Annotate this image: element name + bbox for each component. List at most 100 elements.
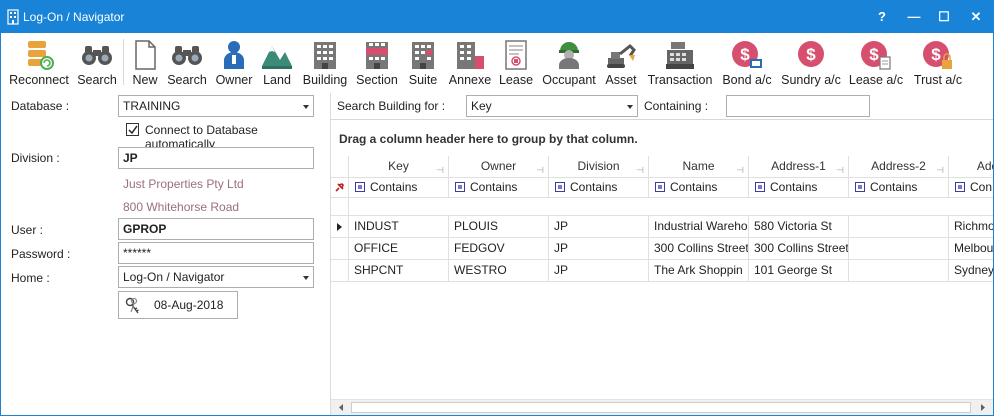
logon-navigator-window: Log-On / Navigator ? — ☐ ✕ Reconnect Sea… xyxy=(0,0,994,416)
occupant-icon xyxy=(559,42,579,69)
pin-icon[interactable]: ⊣ xyxy=(936,160,944,177)
horizontal-scrollbar[interactable] xyxy=(331,399,993,415)
sundry-account-button[interactable]: $ Sundry a/c xyxy=(779,35,843,89)
asset-button[interactable]: Asset xyxy=(601,35,641,89)
bond-account-button[interactable]: $ Bond a/c xyxy=(717,35,777,89)
land-button[interactable]: Land xyxy=(257,35,297,89)
pin-icon[interactable]: ⊣ xyxy=(836,160,844,177)
filter-cell-name[interactable]: Contains xyxy=(649,178,749,198)
containing-input[interactable] xyxy=(726,95,870,117)
table-cell-address3[interactable]: Richmo xyxy=(949,216,993,238)
minimize-button[interactable]: — xyxy=(899,1,929,33)
pin-icon[interactable]: ⊣ xyxy=(636,160,644,177)
close-button[interactable]: ✕ xyxy=(961,1,991,33)
filter-value-row[interactable] xyxy=(349,198,993,216)
toolbar-separator xyxy=(123,39,124,85)
division-field[interactable]: JP xyxy=(118,147,314,169)
date-display[interactable]: 08-Aug-2018 xyxy=(118,291,238,319)
row-indicator[interactable] xyxy=(331,260,349,282)
filter-pin-indicator[interactable] xyxy=(331,178,349,198)
lease-button[interactable]: Lease xyxy=(497,35,535,89)
new-document-icon xyxy=(135,40,156,70)
password-field[interactable]: ****** xyxy=(118,242,314,264)
filter-cell-owner[interactable]: Contains xyxy=(449,178,549,198)
table-cell-owner[interactable]: FEDGOV xyxy=(449,238,549,260)
column-header-key[interactable]: Key ⊣ xyxy=(349,156,449,178)
reconnect-button[interactable]: Reconnect xyxy=(5,35,73,89)
column-header-address1[interactable]: Address-1 ⊣ xyxy=(749,156,849,178)
search-building-button[interactable]: Search xyxy=(165,35,209,89)
scroll-right-icon[interactable] xyxy=(975,400,991,415)
window-title: Log-On / Navigator xyxy=(23,10,125,24)
column-header-division[interactable]: Division ⊣ xyxy=(549,156,649,178)
annexe-button[interactable]: Annexe xyxy=(445,35,495,89)
asset-excavator-icon xyxy=(607,43,636,68)
column-header-address2[interactable]: Address-2 ⊣ xyxy=(849,156,949,178)
search-building-combo[interactable]: Key xyxy=(466,95,638,117)
table-cell-key[interactable]: OFFICE xyxy=(349,238,449,260)
home-combo[interactable]: Log-On / Navigator xyxy=(118,266,314,288)
suite-button[interactable]: Suite xyxy=(403,35,443,89)
auto-connect-checkbox[interactable] xyxy=(126,123,139,136)
maximize-button[interactable]: ☐ xyxy=(929,1,959,33)
database-value: TRAINING xyxy=(123,99,181,113)
scroll-left-icon[interactable] xyxy=(333,400,349,415)
table-cell-address1[interactable]: 101 George St xyxy=(749,260,849,282)
pin-icon[interactable]: ⊣ xyxy=(736,160,744,177)
table-cell-division[interactable]: JP xyxy=(549,216,649,238)
filter-operator-icon[interactable] xyxy=(655,182,665,192)
new-button[interactable]: New xyxy=(127,35,163,89)
trust-account-button[interactable]: $ Trust a/c xyxy=(909,35,967,89)
filter-cell-address1[interactable]: Contains xyxy=(749,178,849,198)
lease-account-button[interactable]: $ Lease a/c xyxy=(847,35,905,89)
column-header-owner[interactable]: Owner ⊣ xyxy=(449,156,549,178)
filter-operator-icon[interactable] xyxy=(555,182,565,192)
table-cell-division[interactable]: JP xyxy=(549,260,649,282)
filter-operator-icon[interactable] xyxy=(455,182,465,192)
filter-cell-key[interactable]: Contains xyxy=(349,178,449,198)
table-cell-address1[interactable]: 580 Victoria St xyxy=(749,216,849,238)
row-indicator-current[interactable] xyxy=(331,216,349,238)
table-cell-name[interactable]: 300 Collins Street xyxy=(649,238,749,260)
filter-cell-address3[interactable]: Con xyxy=(949,178,993,198)
table-cell-address3[interactable]: Melbou xyxy=(949,238,993,260)
owner-button[interactable]: Owner xyxy=(213,35,255,89)
transaction-button[interactable]: Transaction xyxy=(645,35,715,89)
table-cell-owner[interactable]: WESTRO xyxy=(449,260,549,282)
table-cell-owner[interactable]: PLOUIS xyxy=(449,216,549,238)
filter-cell-address2[interactable]: Contains xyxy=(849,178,949,198)
pin-icon[interactable]: ⊣ xyxy=(536,160,544,177)
help-button[interactable]: ? xyxy=(867,1,897,33)
occupant-button[interactable]: Occupant xyxy=(539,35,599,89)
pin-icon[interactable]: ⊣ xyxy=(436,160,444,177)
table-cell-address2[interactable] xyxy=(849,216,949,238)
filter-operator-icon[interactable] xyxy=(355,182,365,192)
table-cell-name[interactable]: The Ark Shoppin xyxy=(649,260,749,282)
column-header-address3[interactable]: Addr xyxy=(949,156,993,178)
row-indicator[interactable] xyxy=(331,238,349,260)
chevron-down-icon[interactable] xyxy=(299,267,313,287)
chevron-down-icon[interactable] xyxy=(299,96,313,116)
building-button[interactable]: Building xyxy=(299,35,351,89)
table-cell-address2[interactable] xyxy=(849,238,949,260)
scrollbar-thumb[interactable] xyxy=(351,402,971,413)
database-combo[interactable]: TRAINING xyxy=(118,95,314,117)
filter-operator-icon[interactable] xyxy=(755,182,765,192)
chevron-down-icon[interactable] xyxy=(623,96,637,116)
filter-operator-icon[interactable] xyxy=(855,182,865,192)
search-button[interactable]: Search xyxy=(75,35,119,89)
table-cell-key[interactable]: INDUST xyxy=(349,216,449,238)
column-header-name[interactable]: Name ⊣ xyxy=(649,156,749,178)
section-button[interactable]: Section xyxy=(353,35,401,89)
table-cell-address3[interactable]: Sydney xyxy=(949,260,993,282)
title-bar[interactable]: Log-On / Navigator ? — ☐ ✕ xyxy=(1,1,993,33)
table-cell-division[interactable]: JP xyxy=(549,238,649,260)
table-cell-address2[interactable] xyxy=(849,260,949,282)
table-cell-name[interactable]: Industrial Wareho xyxy=(649,216,749,238)
filter-cell-division[interactable]: Contains xyxy=(549,178,649,198)
date-value: 08-Aug-2018 xyxy=(154,298,224,312)
filter-operator-icon[interactable] xyxy=(955,182,965,192)
user-field[interactable]: GPROP xyxy=(118,218,314,240)
table-cell-address1[interactable]: 300 Collins Street xyxy=(749,238,849,260)
table-cell-key[interactable]: SHPCNT xyxy=(349,260,449,282)
